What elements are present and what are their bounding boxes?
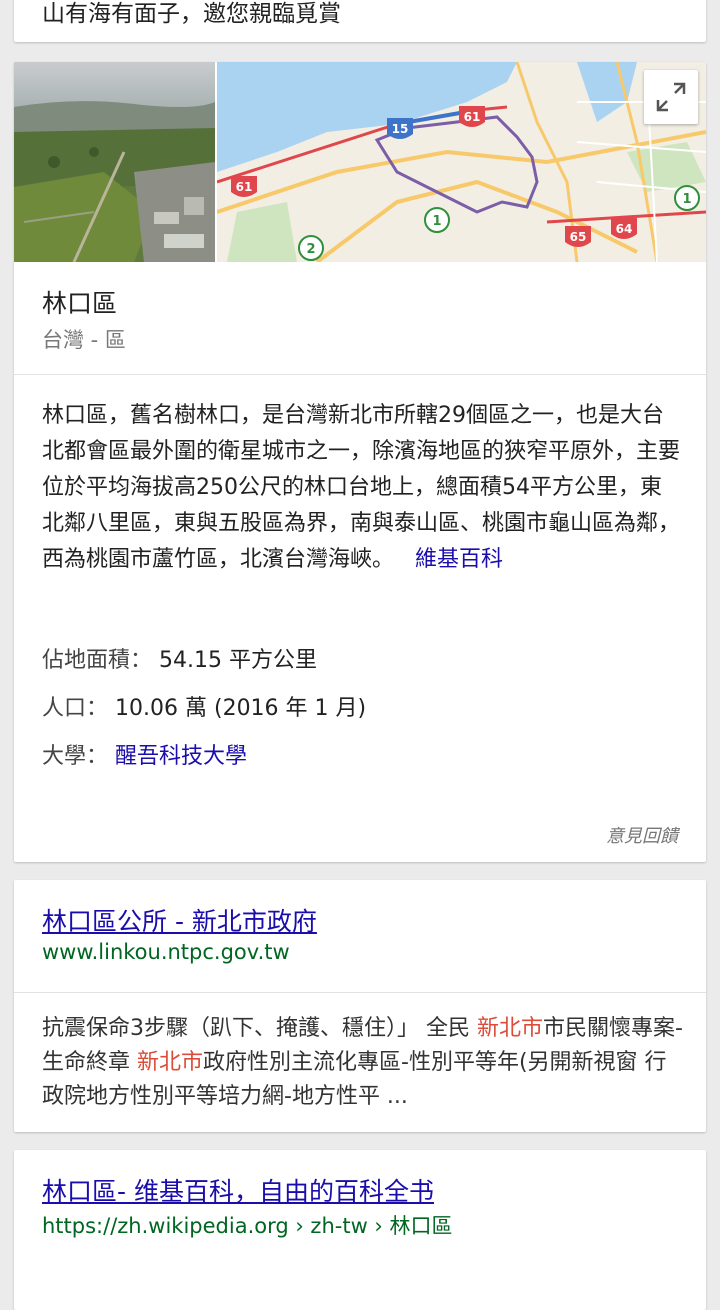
university-link[interactable]: 醒吾科技大學: [115, 744, 247, 769]
expand-icon: [656, 82, 686, 112]
divider: [14, 992, 706, 993]
svg-text:65: 65: [570, 230, 587, 244]
svg-text:1: 1: [432, 214, 441, 229]
previous-result-card: 山有海有面子，邀您親臨覓賞: [14, 0, 706, 42]
knowledge-panel: 61 15 61 65 64 1 1 2 林口區 台灣 - 區 林口區，舊名樹林…: [14, 62, 706, 862]
snippet-highlight: 新北市: [477, 1016, 544, 1041]
fact-area: 佔地面積： 54.15 平方公里: [42, 642, 317, 674]
svg-text:1: 1: [682, 192, 691, 207]
previous-result-snippet: 山有海有面子，邀您親臨覓賞: [42, 1, 341, 27]
fact-population-label: 人口：: [42, 696, 109, 721]
route-shield-61-icon: 61: [459, 106, 485, 127]
route-shield-61-west-icon: 61: [231, 176, 257, 197]
expand-map-button[interactable]: [644, 70, 698, 124]
feedback-link[interactable]: 意見回饋: [606, 822, 678, 848]
snippet-highlight: 新北市: [137, 1050, 204, 1075]
result-title-link[interactable]: 林口區- 维基百科，自由的百科全书: [42, 1172, 434, 1208]
fact-university-label: 大學：: [42, 744, 109, 769]
fact-population-value: 10.06 萬 (2016 年 1 月): [115, 696, 367, 721]
svg-text:2: 2: [306, 242, 315, 257]
route-shield-65-icon: 65: [565, 226, 591, 247]
snippet-text: 抗震保命3步驟（趴下、掩護、穩住）」 全民: [42, 1016, 477, 1041]
route-shield-64-icon: 64: [611, 218, 637, 239]
fact-university: 大學： 醒吾科技大學: [42, 738, 247, 770]
fact-area-value: 54.15 平方公里: [159, 648, 317, 673]
highway-shield-1-east-icon: 1: [674, 185, 700, 211]
svg-text:64: 64: [616, 222, 633, 236]
divider: [14, 374, 706, 375]
entity-subtitle: 台灣 - 區: [42, 328, 126, 352]
search-result-card: 林口區公所 - 新北市政府 www.linkou.ntpc.gov.tw 抗震保…: [14, 880, 706, 1132]
highway-shield-2-icon: 2: [298, 235, 324, 261]
fact-area-label: 佔地面積：: [42, 648, 153, 673]
search-result-card: 林口區- 维基百科，自由的百科全书 https://zh.wikipedia.o…: [14, 1150, 706, 1310]
svg-text:61: 61: [464, 110, 481, 124]
result-url: https://zh.wikipedia.org › zh-tw › 林口區: [42, 1214, 453, 1238]
route-shield-15-icon: 15: [387, 118, 413, 139]
svg-text:15: 15: [392, 122, 409, 136]
knowledge-panel-media: 61 15 61 65 64 1 1 2: [14, 62, 706, 262]
wikipedia-source-link[interactable]: 維基百科: [415, 547, 503, 572]
location-map[interactable]: 61 15 61 65 64 1 1 2: [216, 62, 706, 262]
fact-population: 人口： 10.06 萬 (2016 年 1 月): [42, 690, 366, 722]
entity-title: 林口區: [42, 289, 118, 318]
description-text: 林口區，舊名樹林口，是台灣新北市所轄29個區之一，也是大台北都會區最外圍的衛星城…: [42, 403, 681, 572]
result-url: www.linkou.ntpc.gov.tw: [42, 940, 290, 964]
result-snippet: 抗震保命3步驟（趴下、掩護、穩住）」 全民 新北市市民關懷專案-生命終章 新北市…: [42, 1012, 687, 1114]
aerial-photo[interactable]: [14, 62, 215, 262]
svg-text:61: 61: [236, 180, 253, 194]
entity-description: 林口區，舊名樹林口，是台灣新北市所轄29個區之一，也是大台北都會區最外圍的衛星城…: [42, 398, 682, 578]
highway-shield-1-icon: 1: [424, 207, 450, 233]
result-title-link[interactable]: 林口區公所 - 新北市政府: [42, 902, 317, 938]
